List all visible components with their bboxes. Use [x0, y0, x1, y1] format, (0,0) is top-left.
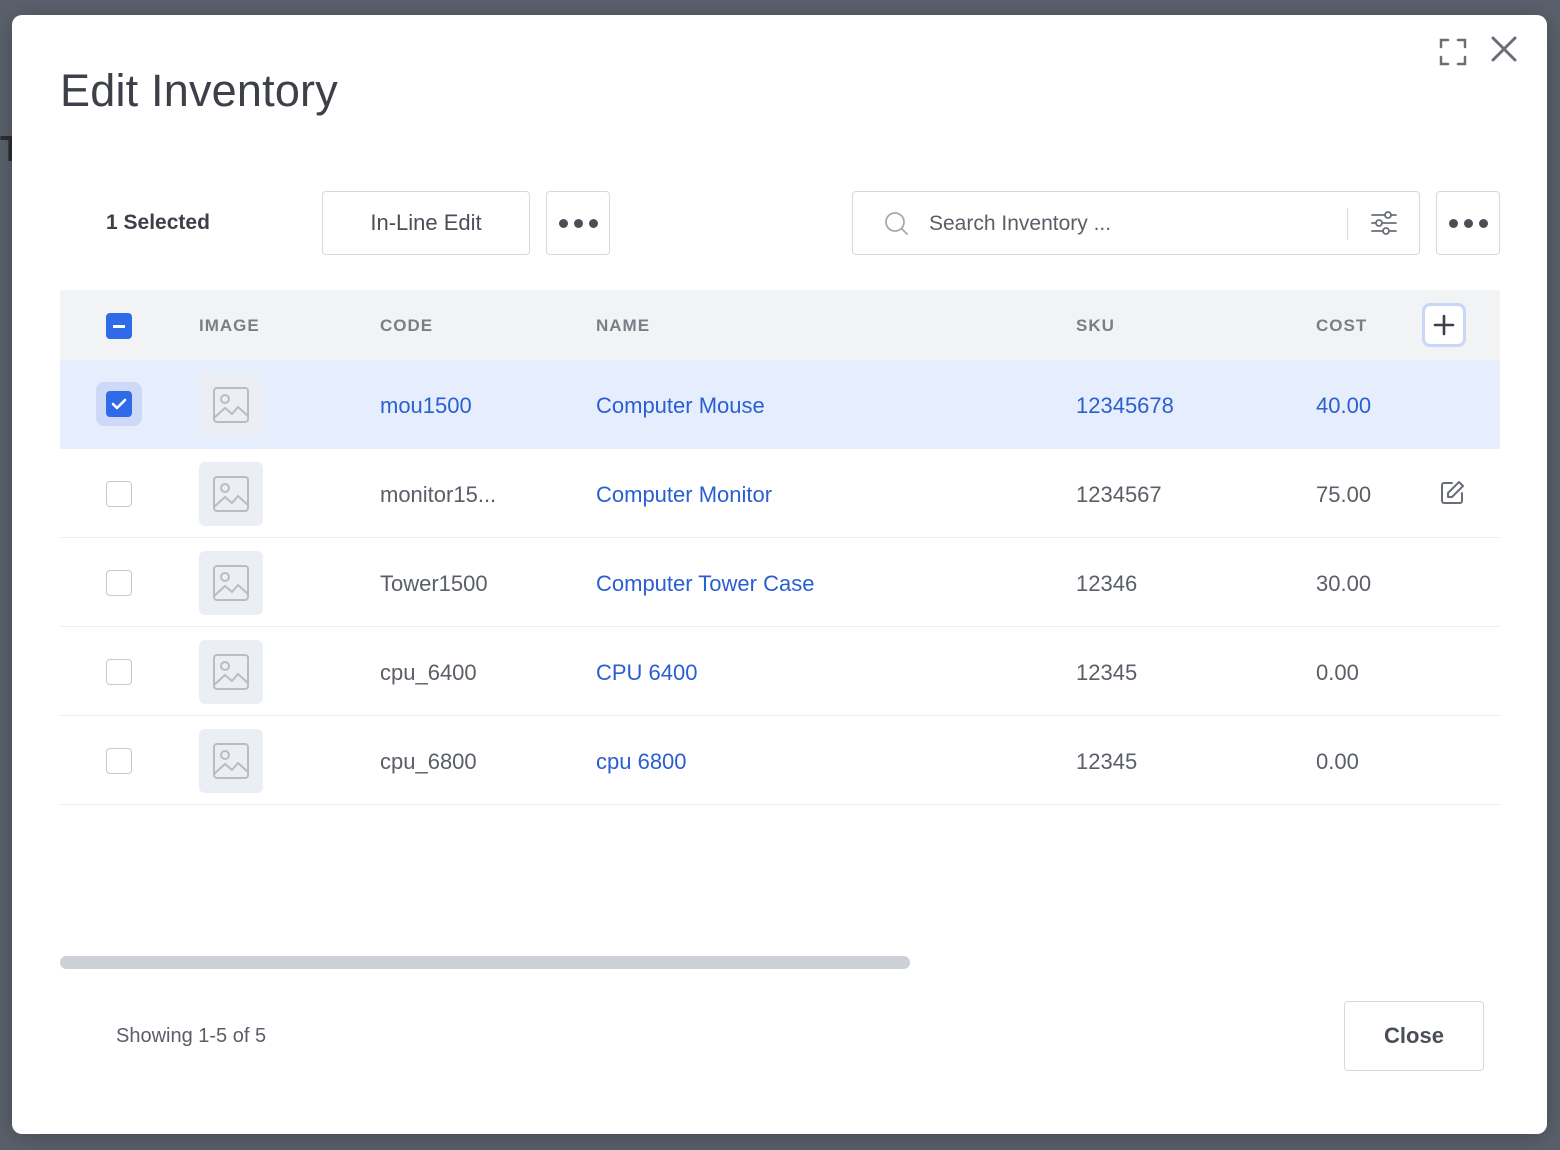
add-column-icon: [1433, 314, 1455, 336]
inventory-table: IMAGE CODE NAME SKU COST mou1500 Compute…: [60, 290, 1500, 805]
table-row[interactable]: mou1500 Computer Mouse 12345678 40.00: [60, 360, 1500, 449]
column-header-sku[interactable]: SKU: [1076, 316, 1115, 336]
checkmark-icon: [111, 398, 127, 410]
close-icon[interactable]: [1488, 33, 1520, 65]
table-row[interactable]: cpu_6800 cpu 6800 12345 0.00: [60, 716, 1500, 805]
more-icon: [558, 218, 598, 228]
search-divider: [1347, 208, 1348, 240]
column-header-cost[interactable]: COST: [1316, 316, 1367, 336]
image-placeholder-icon[interactable]: [199, 729, 263, 793]
selected-count: 1 Selected: [106, 211, 210, 234]
table-header: IMAGE CODE NAME SKU COST: [60, 290, 1500, 360]
cell-cost[interactable]: 0.00: [1316, 749, 1359, 775]
filter-icon[interactable]: [1369, 208, 1399, 238]
cell-cost[interactable]: 0.00: [1316, 660, 1359, 686]
cell-name[interactable]: Computer Mouse: [596, 393, 765, 419]
row-checkbox[interactable]: [106, 481, 132, 507]
cell-code[interactable]: cpu_6400: [380, 660, 477, 686]
horizontal-scrollbar[interactable]: [60, 956, 910, 969]
cell-sku[interactable]: 1234567: [1076, 482, 1162, 508]
cell-sku[interactable]: 12345: [1076, 660, 1137, 686]
cell-cost[interactable]: 40.00: [1316, 393, 1371, 419]
modal-title: Edit Inventory: [60, 65, 338, 116]
cell-sku[interactable]: 12345678: [1076, 393, 1174, 419]
row-checkbox[interactable]: [106, 570, 132, 596]
table-more-button[interactable]: [1436, 191, 1500, 255]
row-checkbox[interactable]: [106, 659, 132, 685]
row-checkbox[interactable]: [106, 748, 132, 774]
image-placeholder-icon[interactable]: [199, 551, 263, 615]
pagination-summary: Showing 1-5 of 5: [116, 1025, 267, 1047]
cell-code[interactable]: Tower1500: [380, 571, 488, 597]
column-header-code[interactable]: CODE: [380, 316, 433, 336]
close-button[interactable]: Close: [1344, 1001, 1484, 1071]
inline-edit-button[interactable]: In-Line Edit: [322, 191, 530, 255]
cell-name[interactable]: cpu 6800: [596, 749, 687, 775]
image-placeholder-icon[interactable]: [199, 373, 263, 437]
edit-icon[interactable]: [1438, 479, 1466, 507]
expand-icon[interactable]: [1438, 37, 1468, 67]
column-header-image[interactable]: IMAGE: [199, 316, 260, 336]
row-checkbox[interactable]: [96, 382, 142, 426]
cell-sku[interactable]: 12346: [1076, 571, 1137, 597]
image-placeholder-icon[interactable]: [199, 640, 263, 704]
cell-name[interactable]: Computer Monitor: [596, 482, 772, 508]
more-icon: [1448, 218, 1488, 228]
search-icon: [885, 212, 908, 235]
cell-code[interactable]: mou1500: [380, 393, 472, 419]
search-input[interactable]: [929, 206, 1329, 242]
cell-cost[interactable]: 30.00: [1316, 571, 1371, 597]
bulk-actions-more-button[interactable]: [546, 191, 610, 255]
image-placeholder-icon[interactable]: [199, 462, 263, 526]
table-row[interactable]: monitor15... Computer Monitor 1234567 75…: [60, 449, 1500, 538]
column-header-name[interactable]: NAME: [596, 316, 650, 336]
table-row[interactable]: Tower1500 Computer Tower Case 12346 30.0…: [60, 538, 1500, 627]
table-row[interactable]: cpu_6400 CPU 6400 12345 0.00: [60, 627, 1500, 716]
search-box: [852, 191, 1420, 255]
edit-inventory-modal: Edit Inventory 1 Selected In-Line Edit I…: [12, 15, 1547, 1134]
cell-code[interactable]: cpu_6800: [380, 749, 477, 775]
cell-name[interactable]: CPU 6400: [596, 660, 698, 686]
cell-sku[interactable]: 12345: [1076, 749, 1137, 775]
cell-cost[interactable]: 75.00: [1316, 482, 1371, 508]
cell-name[interactable]: Computer Tower Case: [596, 571, 814, 597]
add-column-button[interactable]: [1422, 303, 1466, 347]
select-all-checkbox[interactable]: [106, 313, 132, 339]
cell-code[interactable]: monitor15...: [380, 482, 496, 508]
